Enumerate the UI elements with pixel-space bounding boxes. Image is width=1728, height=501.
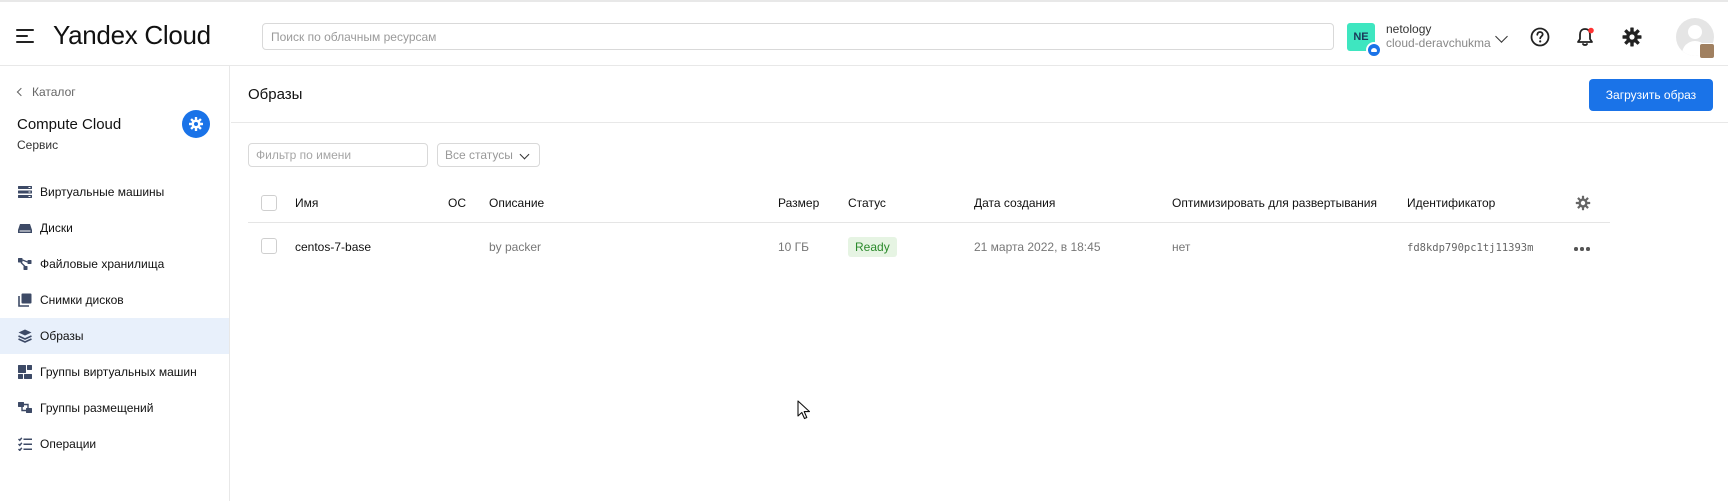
account-name[interactable]: netology: [1386, 22, 1431, 36]
app-logo[interactable]: Yandex Cloud: [53, 20, 211, 51]
disk-icon: [18, 224, 32, 233]
sidebar-item-label: Файловые хранилища: [40, 257, 165, 271]
image-name-link[interactable]: centos-7-base: [295, 240, 371, 254]
status-badge: Ready: [848, 237, 897, 257]
column-settings-icon[interactable]: [1575, 195, 1591, 211]
bell-icon[interactable]: [1574, 26, 1596, 48]
sidebar-item-snapshots[interactable]: Снимки дисков: [0, 282, 229, 318]
sidebar-item-label: Снимки дисков: [40, 293, 124, 307]
help-icon[interactable]: [1529, 26, 1551, 48]
service-settings-button[interactable]: [182, 110, 210, 138]
top-header: Yandex Cloud NE netology cloud-deravchuk…: [0, 0, 1728, 66]
sidebar-item-placement-groups[interactable]: Группы размещений: [0, 390, 229, 426]
name-filter-input[interactable]: [248, 143, 428, 167]
column-header-status[interactable]: Статус: [848, 196, 886, 210]
sidebar-item-images[interactable]: Образы: [0, 318, 229, 354]
sidebar-item-label: Группы виртуальных машин: [40, 365, 197, 379]
chevron-down-icon: [519, 149, 530, 160]
sidebar-item-operations[interactable]: Операции: [0, 426, 229, 462]
sidebar: Каталог Compute Cloud Сервис Виртуальные…: [0, 66, 230, 501]
service-title: Compute Cloud: [17, 116, 122, 133]
column-header-os[interactable]: ОС: [448, 196, 466, 210]
sidebar-item-vm-groups[interactable]: Группы виртуальных машин: [0, 354, 229, 390]
snapshot-icon: [18, 293, 32, 307]
table-header-divider: [248, 222, 1610, 223]
chevron-left-icon: [16, 87, 26, 97]
sidebar-nav: Виртуальные машины Диски Файловые хранил…: [0, 174, 229, 462]
sidebar-item-label: Образы: [40, 329, 84, 343]
sidebar-item-label: Диски: [40, 221, 73, 235]
gear-icon[interactable]: [1621, 26, 1643, 48]
sidebar-item-filestores[interactable]: Файловые хранилища: [0, 246, 229, 282]
column-header-created[interactable]: Дата создания: [974, 196, 1055, 210]
placement-icon: [18, 402, 32, 413]
sidebar-item-vms[interactable]: Виртуальные машины: [0, 174, 229, 210]
upload-image-button[interactable]: Загрузить образ: [1589, 79, 1713, 111]
filestore-icon: [18, 258, 32, 270]
image-optimize: нет: [1172, 240, 1191, 254]
sidebar-item-label: Операции: [40, 437, 97, 451]
image-layers-icon: [18, 329, 32, 343]
sidebar-item-label: Группы размещений: [40, 401, 154, 415]
sidebar-item-label: Виртуальные машины: [40, 185, 165, 199]
image-created: 21 марта 2022, в 18:45: [974, 240, 1101, 254]
divider: [231, 122, 1728, 123]
column-header-size[interactable]: Размер: [778, 196, 819, 210]
sidebar-item-disks[interactable]: Диски: [0, 210, 229, 246]
column-header-description[interactable]: Описание: [489, 196, 544, 210]
back-to-catalog[interactable]: Каталог: [16, 85, 76, 99]
image-size: 10 ГБ: [778, 240, 810, 254]
mouse-cursor-icon: [797, 400, 811, 420]
service-subtitle: Сервис: [17, 138, 59, 152]
select-all-checkbox[interactable]: [261, 195, 277, 211]
column-header-id[interactable]: Идентификатор: [1407, 196, 1495, 210]
vm-icon: [18, 186, 32, 198]
chevron-down-icon[interactable]: [1495, 30, 1508, 43]
column-header-name[interactable]: Имя: [295, 196, 318, 210]
org-badge-icon: [1699, 43, 1715, 59]
row-checkbox[interactable]: [261, 238, 277, 254]
vm-group-icon: [18, 365, 32, 379]
search-input[interactable]: [262, 23, 1334, 50]
menu-icon[interactable]: [16, 29, 36, 43]
operations-icon: [18, 437, 32, 451]
image-description: by packer: [489, 240, 542, 254]
account-cloud[interactable]: cloud-deravchukma: [1386, 36, 1491, 50]
image-id[interactable]: fd8kdp790pc1tj11393m: [1407, 242, 1533, 254]
gear-icon: [189, 117, 203, 131]
status-filter-select[interactable]: Все статусы: [437, 143, 540, 167]
row-actions-icon[interactable]: [1574, 247, 1590, 251]
page-title: Образы: [248, 86, 303, 103]
cloud-badge-icon: [1366, 42, 1382, 58]
column-header-optimize[interactable]: Оптимизировать для развертывания: [1172, 196, 1377, 210]
